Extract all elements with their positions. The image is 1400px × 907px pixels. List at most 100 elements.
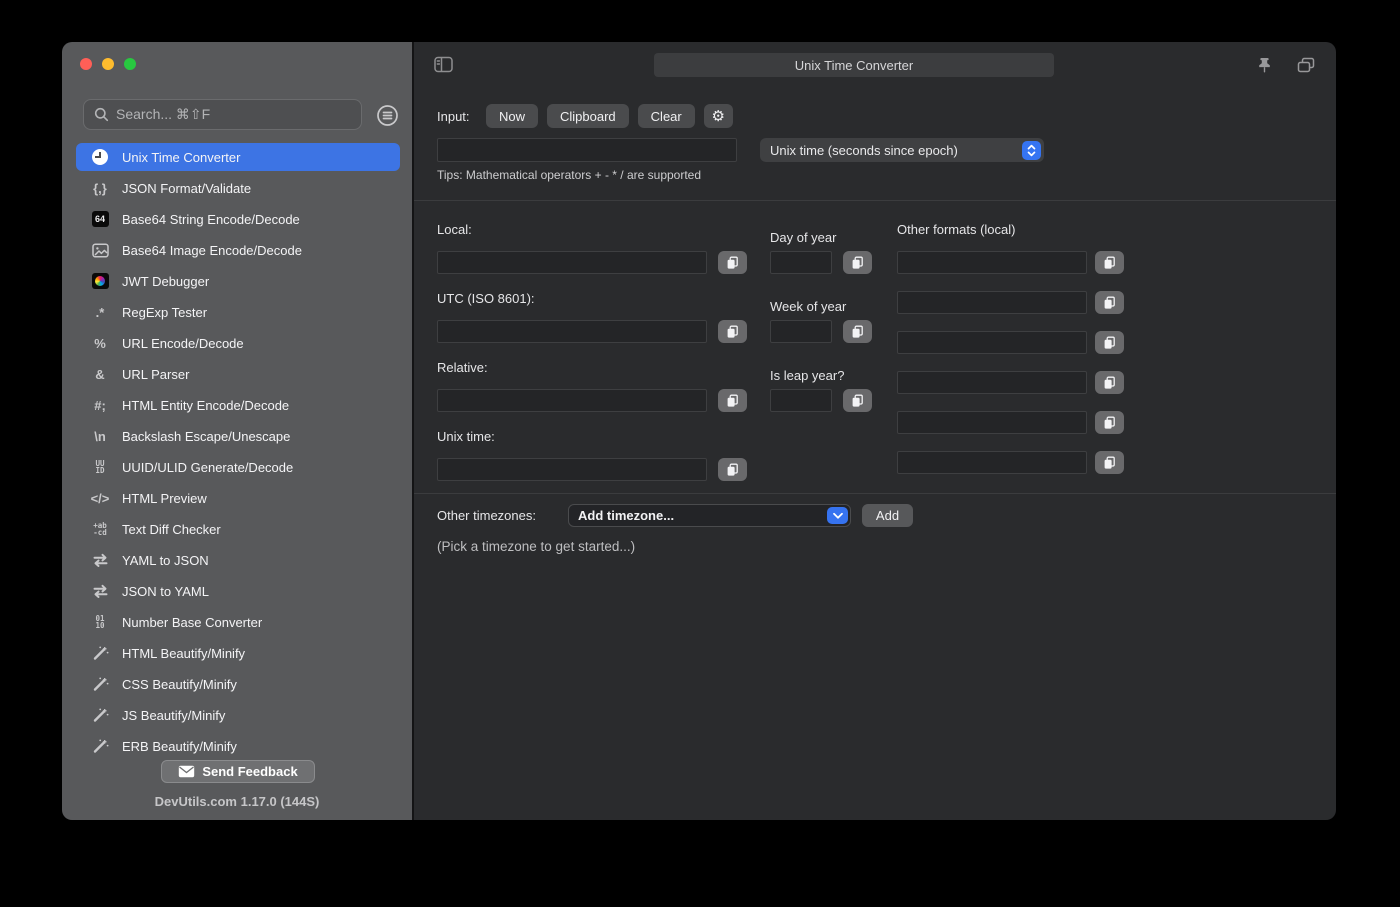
- day-of-year-label: Day of year: [770, 230, 837, 245]
- other-format-field-1[interactable]: [897, 251, 1087, 274]
- week-of-year-copy-button[interactable]: [843, 320, 872, 343]
- unix-time-field[interactable]: [437, 458, 707, 481]
- local-field[interactable]: [437, 251, 707, 274]
- add-timezone-button[interactable]: Add: [862, 504, 913, 527]
- other-format-field-6[interactable]: [897, 451, 1087, 474]
- week-of-year-label: Week of year: [770, 299, 847, 314]
- clipboard-button[interactable]: Clipboard: [547, 104, 629, 128]
- sidebar-item-css-beautify-minify[interactable]: CSS Beautify/Minify: [76, 670, 400, 698]
- section-divider: [414, 493, 1336, 494]
- diff-icon: +ab -cd: [93, 521, 107, 537]
- pin-icon[interactable]: [1257, 57, 1272, 77]
- other-format-copy-button-4[interactable]: [1095, 371, 1124, 394]
- sidebar-item-js-beautify-minify[interactable]: JS Beautify/Minify: [76, 701, 400, 729]
- windows-copy-icon[interactable]: [1297, 57, 1315, 76]
- page-title: Unix Time Converter: [654, 53, 1054, 77]
- regex-icon: .*: [95, 304, 105, 320]
- other-format-copy-button-1[interactable]: [1095, 251, 1124, 274]
- other-format-copy-button-2[interactable]: [1095, 291, 1124, 314]
- is-leap-year-field[interactable]: [770, 389, 832, 412]
- sidebar-item-url-encode-decode[interactable]: % URL Encode/Decode: [76, 329, 400, 357]
- local-copy-button[interactable]: [718, 251, 747, 274]
- sidebar-item-html-entity-encode-decode[interactable]: #; HTML Entity Encode/Decode: [76, 391, 400, 419]
- settings-gear-icon[interactable]: ⚙: [703, 104, 733, 128]
- sidebar-item-unix-time-converter[interactable]: Unix Time Converter: [76, 143, 400, 171]
- is-leap-year-label: Is leap year?: [770, 368, 845, 383]
- send-feedback-label: Send Feedback: [202, 764, 298, 779]
- relative-field[interactable]: [437, 389, 707, 412]
- sidebar-item-regexp-tester[interactable]: .* RegExp Tester: [76, 298, 400, 326]
- minimize-window-button[interactable]: [102, 58, 114, 70]
- sidebar-item-label: JWT Debugger: [122, 273, 210, 289]
- other-format-field-4[interactable]: [897, 371, 1087, 394]
- sidebar-item-label: Base64 Image Encode/Decode: [122, 242, 302, 258]
- is-leap-year-copy-button[interactable]: [843, 389, 872, 412]
- clear-button[interactable]: Clear: [637, 104, 695, 128]
- day-of-year-field[interactable]: [770, 251, 832, 274]
- other-format-field-5[interactable]: [897, 411, 1087, 434]
- sidebar-item-base64-string-encode-decode[interactable]: 64 Base64 String Encode/Decode: [76, 205, 400, 233]
- other-format-field-2[interactable]: [897, 291, 1087, 314]
- close-window-button[interactable]: [80, 58, 92, 70]
- send-feedback-button[interactable]: Send Feedback: [161, 760, 315, 783]
- unix-input-field[interactable]: [437, 138, 737, 162]
- wand-icon: [89, 736, 111, 756]
- ampersand-icon: &: [95, 366, 105, 382]
- now-button[interactable]: Now: [486, 104, 539, 128]
- other-format-copy-button-3[interactable]: [1095, 331, 1124, 354]
- sidebar-item-label: Base64 String Encode/Decode: [122, 211, 300, 227]
- sidebar-item-base64-image-encode-decode[interactable]: Base64 Image Encode/Decode: [76, 236, 400, 264]
- week-of-year-field[interactable]: [770, 320, 832, 343]
- sidebar-item-backslash-escape-unescape[interactable]: \n Backslash Escape/Unescape: [76, 422, 400, 450]
- sidebar: Search... ⌘⇧F Unix Time Converter {,} JSON…: [62, 42, 412, 820]
- input-label: Input:: [437, 109, 470, 124]
- tips-text: Tips: Mathematical operators + - * / are…: [437, 168, 702, 182]
- sidebar-item-yaml-to-json[interactable]: YAML to JSON: [76, 546, 400, 574]
- utc-iso-8601-copy-button[interactable]: [718, 320, 747, 343]
- sidebar-item-text-diff-checker[interactable]: +ab -cd Text Diff Checker: [76, 515, 400, 543]
- other-format-copy-button-6[interactable]: [1095, 451, 1124, 474]
- swap-icon: [89, 550, 111, 570]
- other-format-copy-button-5[interactable]: [1095, 411, 1124, 434]
- sidebar-item-label: Number Base Converter: [122, 614, 263, 630]
- sidebar-item-json-to-yaml[interactable]: JSON to YAML: [76, 577, 400, 605]
- badge64-icon: 64: [89, 209, 111, 229]
- unix-time-copy-button[interactable]: [718, 458, 747, 481]
- image-icon: [89, 240, 111, 260]
- filter-icon[interactable]: [376, 104, 399, 127]
- search-input[interactable]: Search... ⌘⇧F: [83, 99, 362, 130]
- chevron-down-icon: [827, 507, 848, 524]
- relative-copy-button[interactable]: [718, 389, 747, 412]
- other-format-field-3[interactable]: [897, 331, 1087, 354]
- sidebar-item-label: URL Parser: [122, 366, 190, 382]
- sidebar-item-label: JSON Format/Validate: [122, 180, 252, 196]
- sidebar-item-label: HTML Entity Encode/Decode: [122, 397, 290, 413]
- sidebar-item-jwt-debugger[interactable]: JWT Debugger: [76, 267, 400, 295]
- local-label: Local:: [437, 222, 472, 237]
- add-timezone-combobox[interactable]: Add timezone...: [568, 504, 851, 527]
- sidebar-item-number-base-converter[interactable]: 01 10 Number Base Converter: [76, 608, 400, 636]
- sidebar-item-url-parser[interactable]: & URL Parser: [76, 360, 400, 388]
- wand-icon: [89, 643, 111, 663]
- sidebar-item-html-beautify-minify[interactable]: HTML Beautify/Minify: [76, 639, 400, 667]
- utc-iso-8601-field[interactable]: [437, 320, 707, 343]
- clock-icon: [89, 147, 111, 167]
- sidebar-item-label: Text Diff Checker: [122, 521, 221, 537]
- relative-label: Relative:: [437, 360, 488, 375]
- page-title-label: Unix Time Converter: [794, 57, 914, 73]
- sidebar-item-label: HTML Preview: [122, 490, 207, 506]
- search-icon: [94, 107, 109, 122]
- sidebar-item-label: RegExp Tester: [122, 304, 208, 320]
- sidebar-item-erb-beautify-minify[interactable]: ERB Beautify/Minify: [76, 732, 400, 760]
- sidebar-item-label: CSS Beautify/Minify: [122, 676, 237, 692]
- sidebar-toggle-icon[interactable]: [434, 56, 453, 76]
- day-of-year-copy-button[interactable]: [843, 251, 872, 274]
- sidebar-item-html-preview[interactable]: </> HTML Preview: [76, 484, 400, 512]
- sidebar-item-uuid-ulid-generate-decode[interactable]: UU ID UUID/ULID Generate/Decode: [76, 453, 400, 481]
- jwt-icon: [89, 271, 111, 291]
- search-placeholder: Search... ⌘⇧F: [116, 106, 211, 122]
- input-format-select[interactable]: Unix time (seconds since epoch): [760, 138, 1044, 162]
- input-format-value: Unix time (seconds since epoch): [770, 142, 958, 158]
- zoom-window-button[interactable]: [124, 58, 136, 70]
- sidebar-item-json-format-validate[interactable]: {,} JSON Format/Validate: [76, 174, 400, 202]
